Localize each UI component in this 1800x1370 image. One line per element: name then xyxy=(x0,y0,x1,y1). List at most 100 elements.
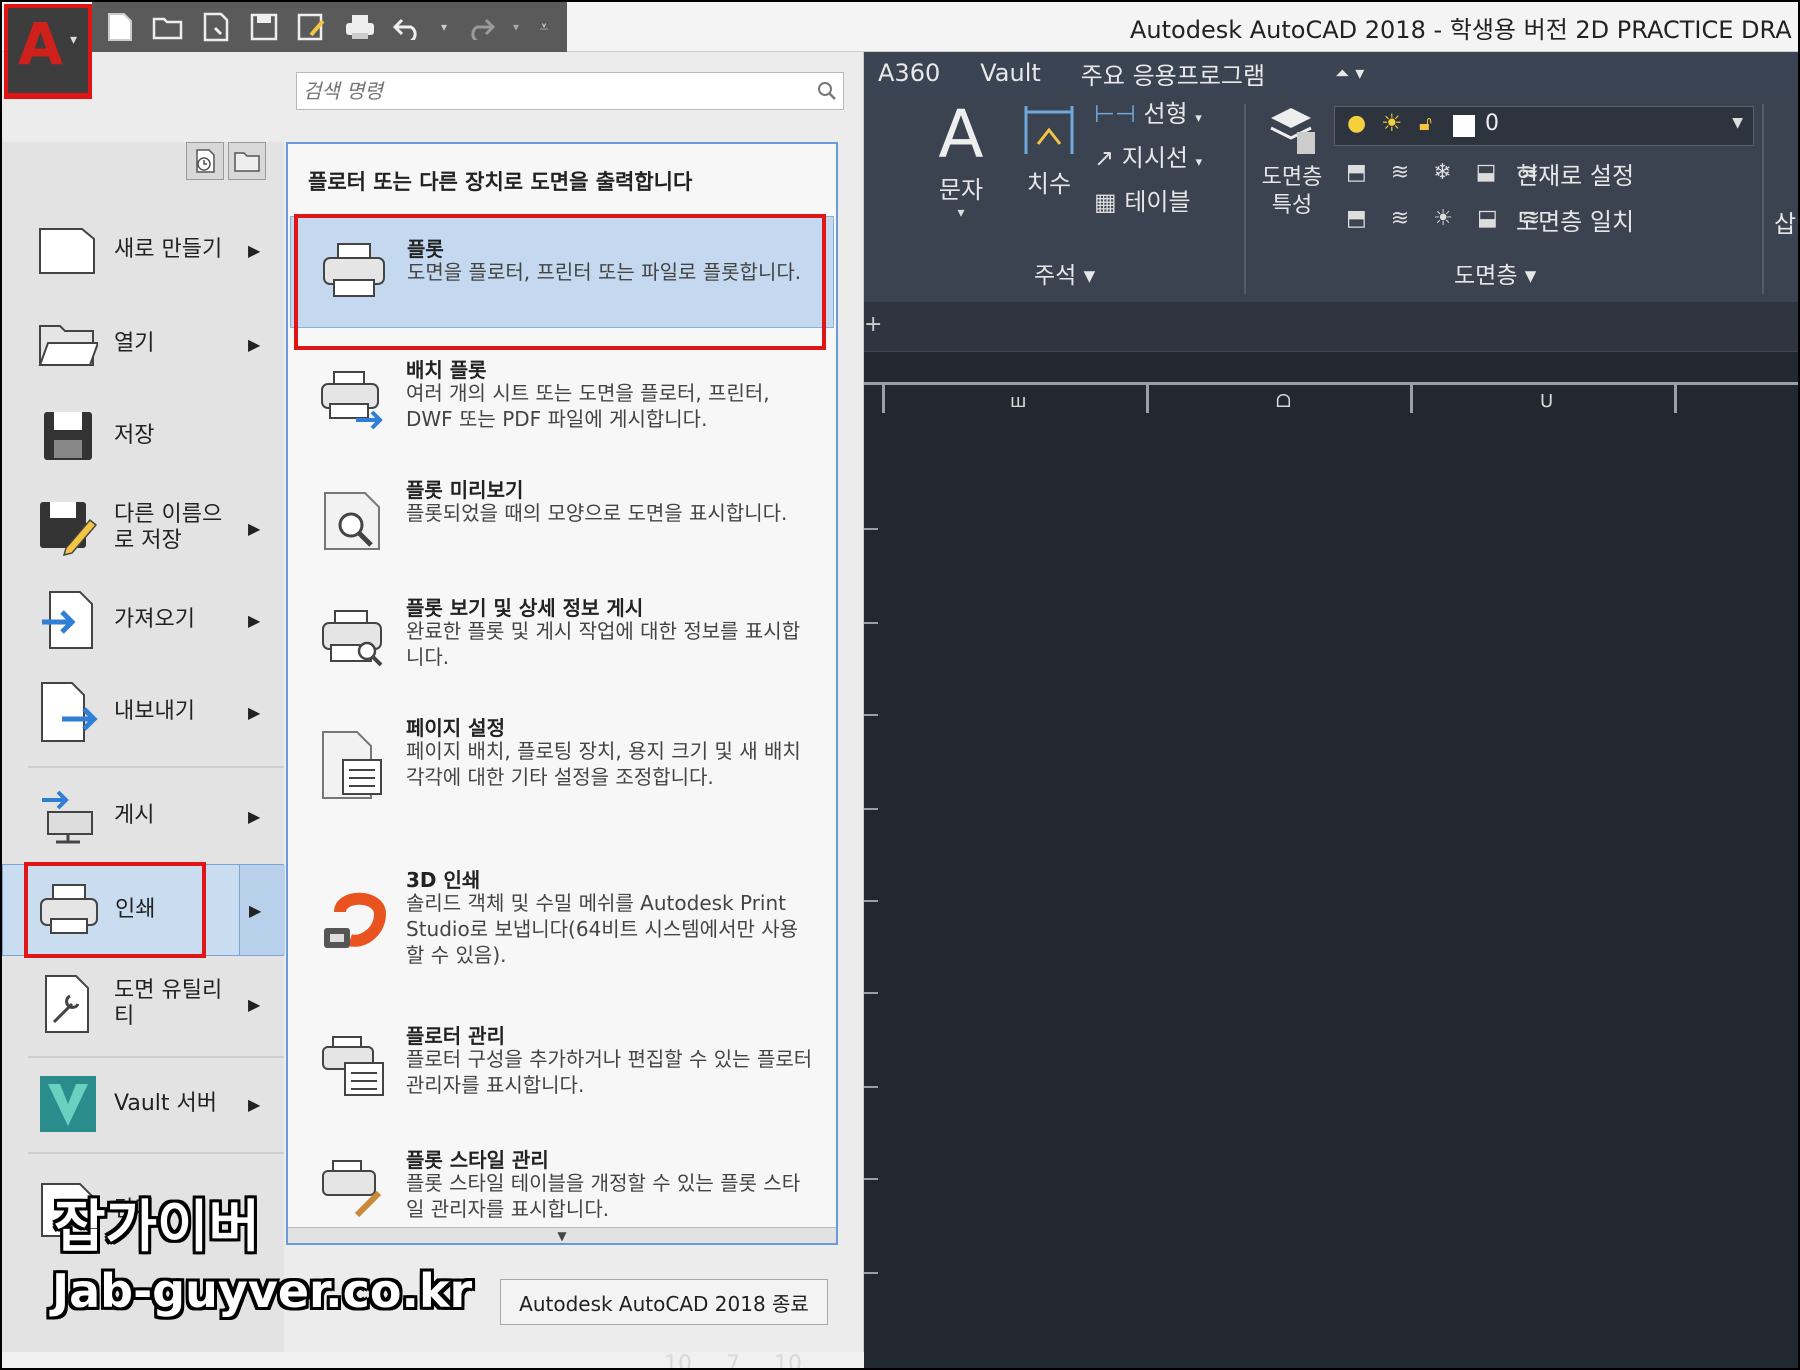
application-menu-button[interactable]: A ▾ xyxy=(4,4,92,97)
set-current-button[interactable]: 현재로 설정 xyxy=(1516,156,1634,191)
plot-item[interactable]: 플롯 도면을 플로터, 프린터 또는 파일로 플롯합니다. xyxy=(290,216,834,328)
new-icon[interactable] xyxy=(100,7,140,47)
insert-label[interactable]: 삽 xyxy=(1774,204,1796,239)
watermark-title: 잡가이버 xyxy=(54,1195,261,1260)
submenu-title: 플로터 또는 다른 장치로 도면을 출력합니다 xyxy=(308,170,693,194)
ribbon-minimize-icon[interactable]: ⏶ ▾ xyxy=(1335,63,1364,84)
autocad-window: ▾ ▾ ⩡ Autodesk AutoCAD 2018 - 학생용 버전 2D … xyxy=(0,0,1800,1370)
chevron-right-icon: ▶ xyxy=(248,994,261,1014)
chevron-right-icon: ▶ xyxy=(249,900,262,920)
bottom-ruler-label: 10 xyxy=(664,1352,692,1370)
ribbon-body: A 문자 ▾ 치수 ⊢⊣ 선형 ▾ ↗ 지시선 ▾ ▦ 테이블 주석 ▾ 도면층… xyxy=(864,94,1798,302)
save-icon[interactable] xyxy=(244,7,284,47)
bulb-icon: ● xyxy=(1347,111,1367,136)
page-setup-item[interactable]: 페이지 설정 페이지 배치, 플로팅 장치, 용지 크기 및 새 배치 각각에 … xyxy=(290,712,834,836)
item-description: 솔리드 객체 및 수밀 메쉬를 Autodesk Print Studio로 보… xyxy=(406,891,799,967)
plot-preview-item[interactable]: 플롯 미리보기 플롯되었을 때의 모양으로 도면을 표시합니다. xyxy=(290,474,834,580)
submenu-scroll-down[interactable]: ▼ xyxy=(288,1227,836,1243)
layer-lock-icon[interactable]: ⬓ xyxy=(1476,160,1497,185)
layer-on-icon[interactable]: ⬒ xyxy=(1346,206,1367,231)
print-icon xyxy=(37,878,101,942)
table-button[interactable]: ▦ 테이블 xyxy=(1094,182,1191,217)
dimension-tool[interactable]: 치수 xyxy=(1014,100,1084,199)
menu-new[interactable]: 새로 만들기 ▶ xyxy=(2,204,284,296)
window-title: Autodesk AutoCAD 2018 - 학생용 버전 2D PRACTI… xyxy=(1130,16,1792,44)
undo-icon[interactable] xyxy=(388,7,428,47)
annotation-panel-text: 주석 xyxy=(1034,263,1077,289)
save-as-icon xyxy=(36,496,100,560)
new-tab-icon[interactable]: + xyxy=(864,312,882,337)
exit-autocad-button[interactable]: Autodesk AutoCAD 2018 종료 xyxy=(500,1279,828,1325)
title-block-ruler: ш ᗝ ᑌ xyxy=(864,382,1798,422)
save-as-icon[interactable] xyxy=(292,7,332,47)
unlock-icon: 🔓︎ xyxy=(1419,111,1432,135)
color-swatch xyxy=(1453,115,1475,137)
layer-unlock-icon[interactable]: ⬓ xyxy=(1477,206,1498,231)
layers-panel-label[interactable]: 도면층 ▾ xyxy=(1454,256,1536,290)
recent-documents-icon[interactable] xyxy=(186,142,224,180)
redo-icon[interactable] xyxy=(460,7,500,47)
layer-off-icon[interactable]: ⬒ xyxy=(1346,160,1367,185)
chevron-right-icon: ▶ xyxy=(248,518,261,538)
search-input[interactable] xyxy=(303,77,803,105)
plot-icon[interactable] xyxy=(340,7,380,47)
3d-print-item[interactable]: 3D 인쇄 솔리드 객체 및 수밀 메쉬를 Autodesk Print Stu… xyxy=(290,864,834,988)
print-submenu: 플로터 또는 다른 장치로 도면을 출력합니다 플롯 도면을 플로터, 프린터 … xyxy=(286,142,838,1245)
plotter-manager-item[interactable]: 플로터 관리 플로터 구성을 추가하거나 편집할 수 있는 플로터 관리자를 표… xyxy=(290,1020,834,1126)
menu-print[interactable]: 인쇄 ▶ xyxy=(2,864,285,956)
chevron-down-icon: ▾ xyxy=(70,32,78,48)
menu-import[interactable]: 가져오기 ▶ xyxy=(2,574,284,666)
layer-properties-tool[interactable]: 도면층 특성 xyxy=(1252,98,1332,220)
plot-style-manager-item[interactable]: 플롯 스타일 관리 플롯 스타일 테이블을 개정할 수 있는 플롯 스타일 관리… xyxy=(290,1144,834,1226)
open-sheet-icon[interactable] xyxy=(196,7,236,47)
search-icon[interactable] xyxy=(817,81,837,105)
search-box[interactable] xyxy=(296,72,844,110)
plot-style-manager-icon xyxy=(318,1156,388,1226)
menu-label: 다른 이름으로 저장 xyxy=(114,502,223,553)
dimension-icon xyxy=(1024,106,1074,154)
tab-vault[interactable]: Vault xyxy=(980,59,1041,87)
text-tool[interactable]: A 문자 ▾ xyxy=(926,100,996,222)
menu-open[interactable]: 열기 ▶ xyxy=(2,298,284,390)
vault-icon xyxy=(36,1072,100,1136)
leader-button[interactable]: ↗ 지시선 ▾ xyxy=(1094,138,1202,173)
linear-dim-icon: ⊢⊣ xyxy=(1094,100,1136,128)
menu-save[interactable]: 저장 xyxy=(2,390,284,482)
layer-freeze-icon[interactable]: ❄ xyxy=(1433,160,1451,185)
plot-details-icon xyxy=(318,604,388,674)
layer-unisolate-icon[interactable]: ≋ xyxy=(1391,206,1409,231)
linear-dim-button[interactable]: ⊢⊣ 선형 ▾ xyxy=(1094,94,1202,129)
view-plot-details-item[interactable]: 플롯 보기 및 상세 정보 게시 완료한 플롯 및 게시 작업에 대한 정보를 … xyxy=(290,592,834,698)
menu-vault-server[interactable]: Vault 서버 ▶ xyxy=(2,1058,284,1150)
menu-export[interactable]: 내보내기 ▶ xyxy=(2,666,284,758)
annotation-panel-label[interactable]: 주석 ▾ xyxy=(1034,256,1095,290)
item-title: 플롯 미리보기 xyxy=(406,478,524,502)
open-icon[interactable] xyxy=(148,7,188,47)
menu-save-as[interactable]: 다른 이름으로 저장 ▶ xyxy=(2,482,284,574)
drawing-area[interactable]: + ш ᗝ ᑌ 10 7 10 xyxy=(664,302,1798,1368)
layer-dropdown[interactable]: ● ☀ 🔓︎ 0 ▼ xyxy=(1334,106,1754,146)
item-description: 플롯되었을 때의 모양으로 도면을 표시합니다. xyxy=(406,501,788,525)
tab-featured-apps[interactable]: 주요 응용프로그램 xyxy=(1081,56,1265,91)
menu-publish[interactable]: 게시 ▶ xyxy=(2,770,284,862)
drawing-utilities-icon xyxy=(36,972,100,1036)
print-submenu-arrow-zone[interactable] xyxy=(239,865,285,955)
layer-isolate-icon[interactable]: ≋ xyxy=(1391,160,1409,185)
item-title: 배치 플롯 xyxy=(406,358,487,382)
undo-dropdown-icon[interactable]: ▾ xyxy=(436,7,452,47)
chevron-right-icon: ▶ xyxy=(248,702,261,722)
tab-a360[interactable]: A360 xyxy=(878,59,940,87)
dimension-label: 치수 xyxy=(1026,170,1072,198)
batch-plot-item[interactable]: 배치 플롯 여러 개의 시트 또는 도면을 플로터, 프린터, DWF 또는 P… xyxy=(290,354,834,464)
vertical-ruler xyxy=(864,422,884,1368)
customize-qat-icon[interactable]: ⩡ xyxy=(532,7,556,47)
open-documents-icon[interactable] xyxy=(228,142,266,180)
text-label: 문자 xyxy=(938,176,984,204)
match-layer-button[interactable]: 도면층 일치 xyxy=(1516,202,1634,237)
file-tabs: + xyxy=(864,302,1798,352)
item-description: 여러 개의 시트 또는 도면을 플로터, 프린터, DWF 또는 PDF 파일에… xyxy=(406,381,770,431)
panel-divider xyxy=(1244,104,1246,294)
redo-dropdown-icon[interactable]: ▾ xyxy=(508,7,524,47)
menu-drawing-utilities[interactable]: 도면 유틸리티 ▶ xyxy=(2,958,284,1050)
layer-thaw-icon[interactable]: ☀ xyxy=(1433,206,1453,231)
